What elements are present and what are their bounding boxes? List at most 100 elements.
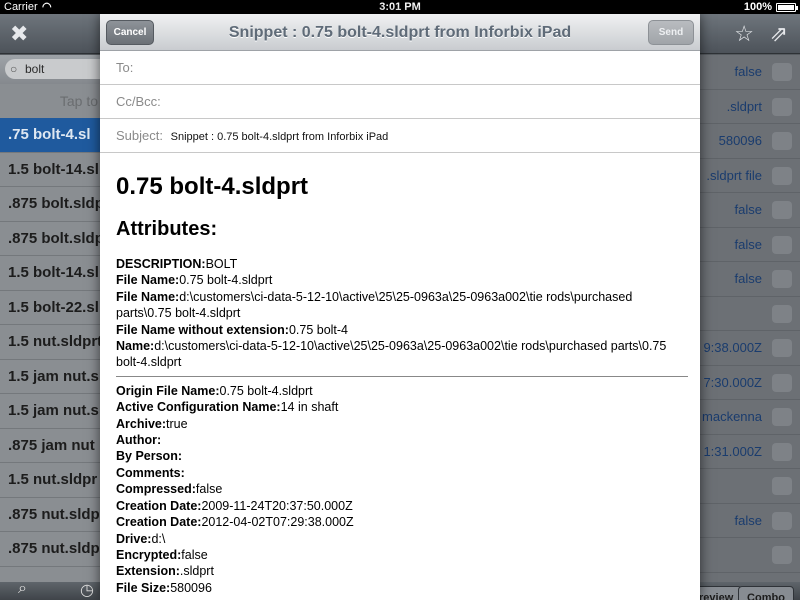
disclosure-icon[interactable] [772, 511, 792, 530]
file-list-item[interactable]: 1.5 nut.sldpr [0, 463, 103, 498]
attribute-value: true [166, 416, 188, 431]
attribute-key: Creation Date: [116, 498, 202, 513]
attribute-key: By Person: [116, 449, 182, 464]
attribute-value: 0.75 bolt-4.sldprt [219, 383, 313, 398]
attribute-key: Name: [116, 339, 155, 354]
battery-icon [776, 3, 798, 12]
detail-value-row[interactable]: false [700, 262, 800, 297]
tap-hint-label: Tap to [59, 93, 98, 109]
attributes-group-primary: DESCRIPTION:BOLT File Name:0.75 bolt-4.sl… [116, 256, 688, 371]
attribute-line: Encrypted:false [116, 547, 688, 563]
file-list-item[interactable]: .875 jam nut [0, 429, 103, 463]
disclosure-icon[interactable] [772, 442, 792, 461]
file-list-item[interactable]: .875 nut.sldp [0, 498, 103, 532]
attribute-value: d:\customers\ci-data-5-12-10\active\25\2… [116, 339, 667, 370]
file-list-item[interactable]: .75 bolt-4.sl [0, 118, 103, 153]
disclosure-icon[interactable] [772, 546, 792, 564]
detail-value-row[interactable]: false [700, 193, 800, 228]
attribute-line: Author: [116, 432, 688, 448]
search-input[interactable]: ○ bolt [5, 59, 103, 79]
attribute-value: 0.75 bolt-4 [288, 322, 349, 337]
attribute-value: 2009-11-24T20:37:50.000Z [201, 498, 353, 513]
detail-value-row[interactable]: .sldprt [700, 90, 800, 124]
disclosure-icon[interactable] [772, 166, 792, 185]
file-list-item[interactable]: 1.5 bolt-14.sl [0, 153, 103, 187]
attribute-key: File Name: [116, 289, 180, 304]
attribute-key: File Name without extension: [116, 322, 289, 337]
detail-value-row[interactable]: 7:30.000Z [700, 366, 800, 400]
file-list-item[interactable]: 1.5 jam nut.s [0, 394, 103, 429]
compose-navbar: Cancel Snippet : 0.75 bolt-4.sldprt from… [100, 14, 700, 51]
disclosure-icon[interactable] [772, 63, 792, 81]
disclosure-icon[interactable] [772, 132, 792, 150]
detail-value: .sldprt [726, 98, 762, 114]
attribute-line: Extension:.sldprt [116, 563, 688, 579]
detail-value-row[interactable] [700, 469, 800, 504]
detail-value-row[interactable]: 1:31.000Z [700, 435, 800, 469]
cc-bcc-field[interactable]: Cc/Bcc: [100, 85, 700, 119]
disclosure-icon[interactable] [772, 339, 792, 357]
disclosure-icon[interactable] [772, 304, 792, 323]
attribute-line: Name:d:\customers\ci-data-5-12-10\active… [116, 338, 688, 371]
history-tab-icon[interactable]: ◷ [80, 580, 94, 600]
message-body[interactable]: 0.75 bolt-4.sldprt Attributes: DESCRIPTI… [116, 154, 688, 596]
attribute-line: DESCRIPTION:BOLT [116, 256, 688, 272]
search-tab-icon[interactable]: ⌕ [18, 580, 27, 598]
attribute-value: 580096 [170, 580, 212, 595]
star-icon[interactable]: ☆ [734, 20, 754, 48]
cancel-button[interactable]: Cancel [106, 20, 154, 45]
attribute-line: Creation Date:2009-11-24T20:37:50.000Z [116, 498, 688, 514]
attribute-key: Drive: [116, 531, 152, 546]
disclosure-icon[interactable] [772, 97, 792, 116]
attributes-heading: Attributes: [116, 218, 218, 240]
detail-value-row[interactable] [700, 297, 800, 331]
disclosure-icon[interactable] [772, 201, 792, 219]
attributes-group-secondary: Origin File Name:0.75 bolt-4.sldprt Activ… [116, 383, 688, 596]
detail-value-row[interactable] [700, 538, 800, 573]
detail-value-row[interactable]: 9:38.000Z [700, 331, 800, 366]
detail-value-row[interactable]: mackenna [700, 400, 800, 435]
detail-value-row[interactable]: .sldprt file [700, 159, 800, 193]
detail-value-row[interactable]: false [700, 55, 800, 90]
results-sidebar: ○ bolt Tap to .75 bolt-4.sl 1.5 bolt-14.s… [0, 55, 104, 582]
combo-button[interactable]: Combo [738, 586, 794, 600]
attribute-line: File Size:580096 [116, 580, 688, 596]
status-bar: Carrier ◠ 3:01 PM 100% [0, 0, 800, 14]
detail-value: 1:31.000Z [703, 443, 762, 459]
divider [116, 375, 688, 377]
attribute-value: false [195, 482, 223, 497]
send-button[interactable]: Send [648, 20, 694, 45]
detail-value-row[interactable]: false [700, 504, 800, 538]
disclosure-icon[interactable] [772, 408, 792, 426]
file-list-item[interactable]: .875 nut.sldp [0, 532, 103, 567]
share-icon[interactable]: ⇗ [770, 20, 788, 48]
file-list-item[interactable]: 1.5 bolt-22.sl [0, 291, 103, 325]
file-list-item[interactable]: .875 bolt.sldp [0, 222, 103, 256]
attribute-value: .sldprt [179, 564, 214, 579]
detail-value: .sldprt file [706, 167, 762, 183]
attribute-value: d:\ [151, 531, 166, 546]
file-list-item[interactable]: 1.5 jam nut.s [0, 360, 103, 394]
tools-icon[interactable]: ✖ [10, 20, 28, 48]
attribute-value: false [181, 547, 208, 562]
file-list-item[interactable]: .875 bolt.sldp [0, 187, 103, 222]
disclosure-icon[interactable] [772, 235, 792, 254]
subject-field[interactable]: Subject: Snippet : 0.75 bolt-4.sldprt fr… [100, 119, 700, 153]
attribute-key: Origin File Name: [116, 383, 220, 398]
attribute-key: DESCRIPTION: [116, 257, 206, 271]
detail-value-row[interactable]: 580096 [700, 124, 800, 159]
disclosure-icon[interactable] [772, 373, 792, 392]
disclosure-icon[interactable] [772, 270, 792, 288]
file-list-item[interactable]: 1.5 bolt-14.sl [0, 256, 103, 291]
disclosure-icon[interactable] [772, 477, 792, 495]
attribute-line: File Name without extension:0.75 bolt-4 [116, 322, 688, 338]
attribute-value: 2012-04-02T07:29:38.000Z [201, 515, 354, 530]
detail-value-row[interactable]: false [700, 228, 800, 262]
attribute-key: Author: [116, 433, 162, 448]
attribute-line: By Person: [116, 448, 688, 464]
file-list-item[interactable]: 1.5 nut.sldprt [0, 325, 103, 360]
to-label: To: [116, 60, 134, 75]
value-column: false .sldprt 580096 .sldprt file false false… [700, 55, 800, 573]
attribute-value: 0.75 bolt-4.sldprt [179, 273, 273, 288]
to-field[interactable]: To: [100, 51, 700, 85]
